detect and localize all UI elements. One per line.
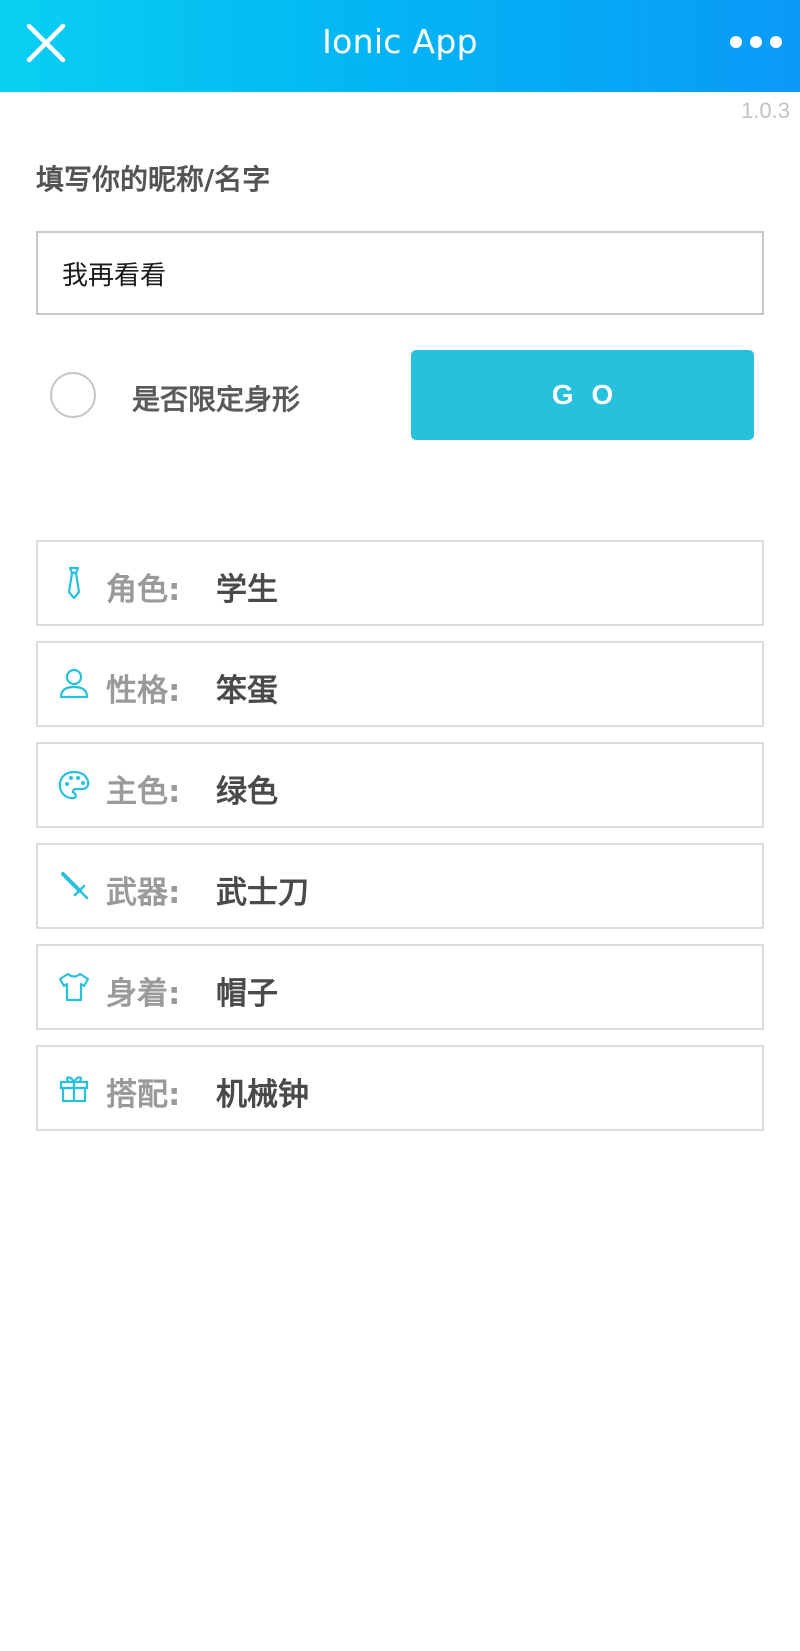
result-list: 角色: 学生 性格: 笨蛋 主色: 绿色 武器: 武士刀 身着: 帽子 搭配: … <box>36 540 764 1146</box>
result-value: 武士刀 <box>216 875 309 911</box>
go-button[interactable]: GO <box>411 350 754 440</box>
result-key: 角色: <box>106 572 181 608</box>
name-input[interactable] <box>36 231 764 315</box>
result-value: 笨蛋 <box>216 673 278 709</box>
app-header: Ionic App <box>0 0 800 92</box>
name-field-label: 填写你的昵称/名字 <box>36 163 271 196</box>
tie-icon <box>56 564 92 602</box>
gift-icon <box>56 1069 92 1107</box>
result-value: 机械钟 <box>216 1077 309 1113</box>
close-button[interactable] <box>20 17 72 69</box>
page-title: Ionic App <box>322 22 478 61</box>
result-item-weapon: 武器: 武士刀 <box>36 843 764 929</box>
more-dots-icon <box>730 36 782 48</box>
result-item-outfit: 身着: 帽子 <box>36 944 764 1030</box>
result-key: 搭配: <box>106 1077 181 1113</box>
result-item-main-color: 主色: 绿色 <box>36 742 764 828</box>
result-key: 武器: <box>106 875 181 911</box>
result-key: 主色: <box>106 774 181 810</box>
result-value: 学生 <box>216 572 278 608</box>
more-button[interactable] <box>728 24 784 60</box>
result-value: 帽子 <box>216 976 278 1012</box>
limit-body-shape-label[interactable]: 是否限定身形 <box>132 378 300 418</box>
result-item-role: 角色: 学生 <box>36 540 764 626</box>
person-icon <box>56 665 92 703</box>
result-key: 身着: <box>106 976 181 1012</box>
limit-body-shape-checkbox[interactable] <box>50 372 96 418</box>
sword-icon <box>56 867 92 905</box>
result-value: 绿色 <box>216 774 278 810</box>
result-item-accessory: 搭配: 机械钟 <box>36 1045 764 1131</box>
result-key: 性格: <box>106 673 181 709</box>
close-icon <box>26 23 66 63</box>
version-label: 1.0.3 <box>741 98 790 123</box>
result-item-personality: 性格: 笨蛋 <box>36 641 764 727</box>
shirt-icon <box>56 968 92 1006</box>
palette-icon <box>56 766 92 804</box>
